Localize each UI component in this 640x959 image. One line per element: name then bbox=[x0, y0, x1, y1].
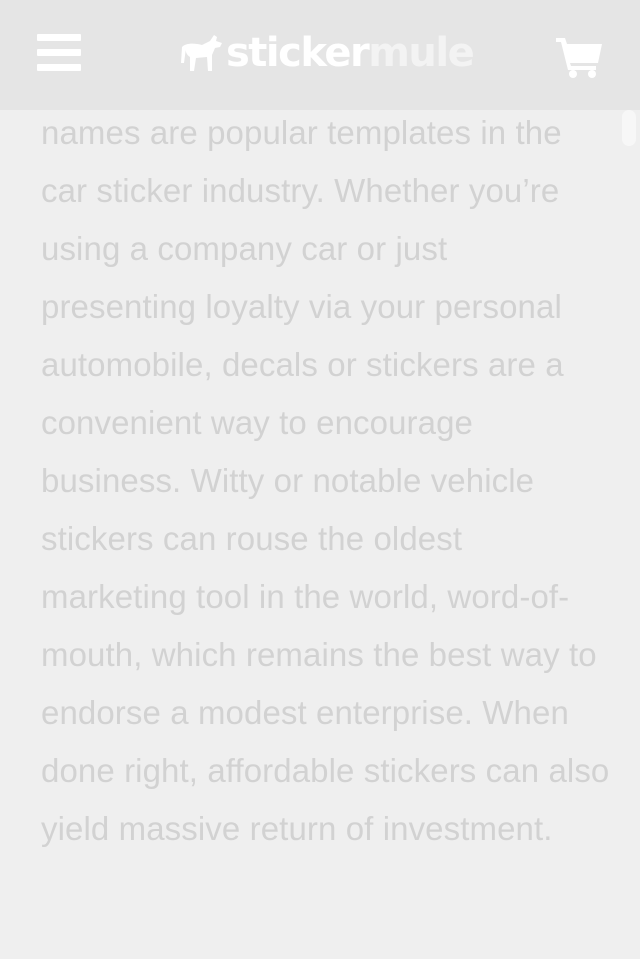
logo-word-sticker: sticker bbox=[226, 30, 370, 76]
article-body: names are popular templates in the car s… bbox=[41, 104, 611, 858]
menu-bar-top bbox=[37, 34, 81, 41]
shopping-cart-icon[interactable] bbox=[556, 36, 604, 78]
top-nav-bar: stickermule bbox=[0, 0, 640, 110]
menu-bar-middle bbox=[37, 49, 81, 56]
stickermule-logo[interactable]: stickermule bbox=[180, 28, 475, 78]
hamburger-menu-icon[interactable] bbox=[37, 34, 81, 72]
article-paragraph: names are popular templates in the car s… bbox=[41, 114, 610, 847]
menu-bar-bottom bbox=[37, 64, 81, 71]
logo-wordmark: stickermule bbox=[226, 28, 475, 78]
logo-word-mule: mule bbox=[368, 30, 475, 76]
scrollbar-thumb[interactable] bbox=[622, 110, 636, 146]
mule-logo-icon bbox=[181, 35, 222, 71]
